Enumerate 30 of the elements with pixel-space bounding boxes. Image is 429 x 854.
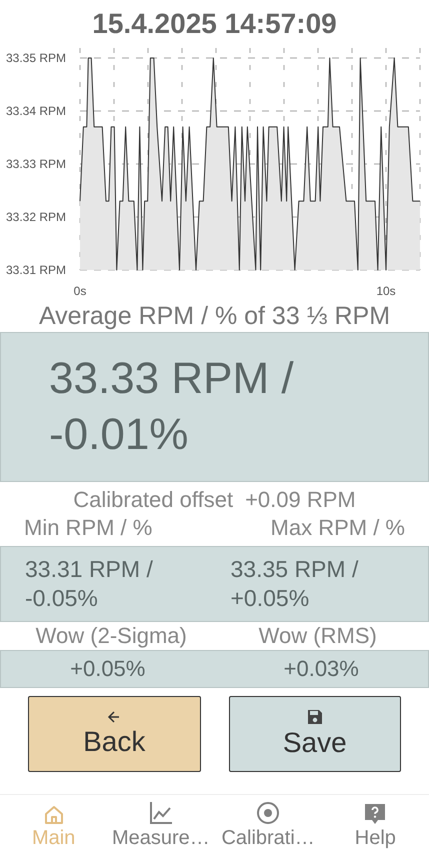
nav-tab[interactable]: Calibrati… — [214, 795, 322, 854]
target-icon — [255, 800, 282, 826]
help-icon — [363, 802, 388, 826]
save-icon — [306, 708, 324, 726]
stat-label: Max RPM / % — [270, 514, 405, 542]
wow-label: Wow (RMS) — [258, 622, 378, 650]
x-axis-label: 0s — [74, 284, 86, 298]
y-axis-label: 33.31 RPM — [6, 263, 66, 277]
wow-label: Wow (2-Sigma) — [34, 622, 188, 650]
nav-tab[interactable]: Help — [322, 795, 429, 854]
wow-value: +0.03% — [282, 655, 360, 683]
y-axis-label: 33.33 RPM — [6, 157, 66, 171]
y-axis-label: 33.34 RPM — [6, 104, 66, 118]
date-time-title: 15.4.2025 14:57:09 — [91, 7, 338, 41]
stat-label: Min RPM / % — [24, 514, 154, 542]
calibrated-offset-label: Calibrated offset — [73, 486, 234, 514]
stat-value: 33.31 RPM / -0.05% — [25, 555, 154, 613]
y-axis-label: 33.35 RPM — [6, 51, 66, 65]
x-axis-label: 10s — [376, 284, 396, 298]
average-label: Average RPM / % of 33 ⅓ RPM — [38, 301, 392, 332]
home-icon — [42, 804, 65, 826]
y-axis-label: 33.32 RPM — [6, 210, 66, 224]
back-button[interactable]: Back — [28, 696, 200, 772]
calibrated-offset-value: +0.09 RPM — [245, 486, 356, 514]
stat-value: 33.35 RPM / +0.05% — [230, 555, 360, 613]
average-value: 33.33 RPM / -0.01% — [49, 353, 295, 461]
nav-tab[interactable]: Measure… — [107, 795, 214, 854]
chart-icon — [148, 800, 174, 826]
save-button[interactable]: Save — [228, 696, 401, 772]
wow-value: +0.05% — [69, 655, 146, 683]
